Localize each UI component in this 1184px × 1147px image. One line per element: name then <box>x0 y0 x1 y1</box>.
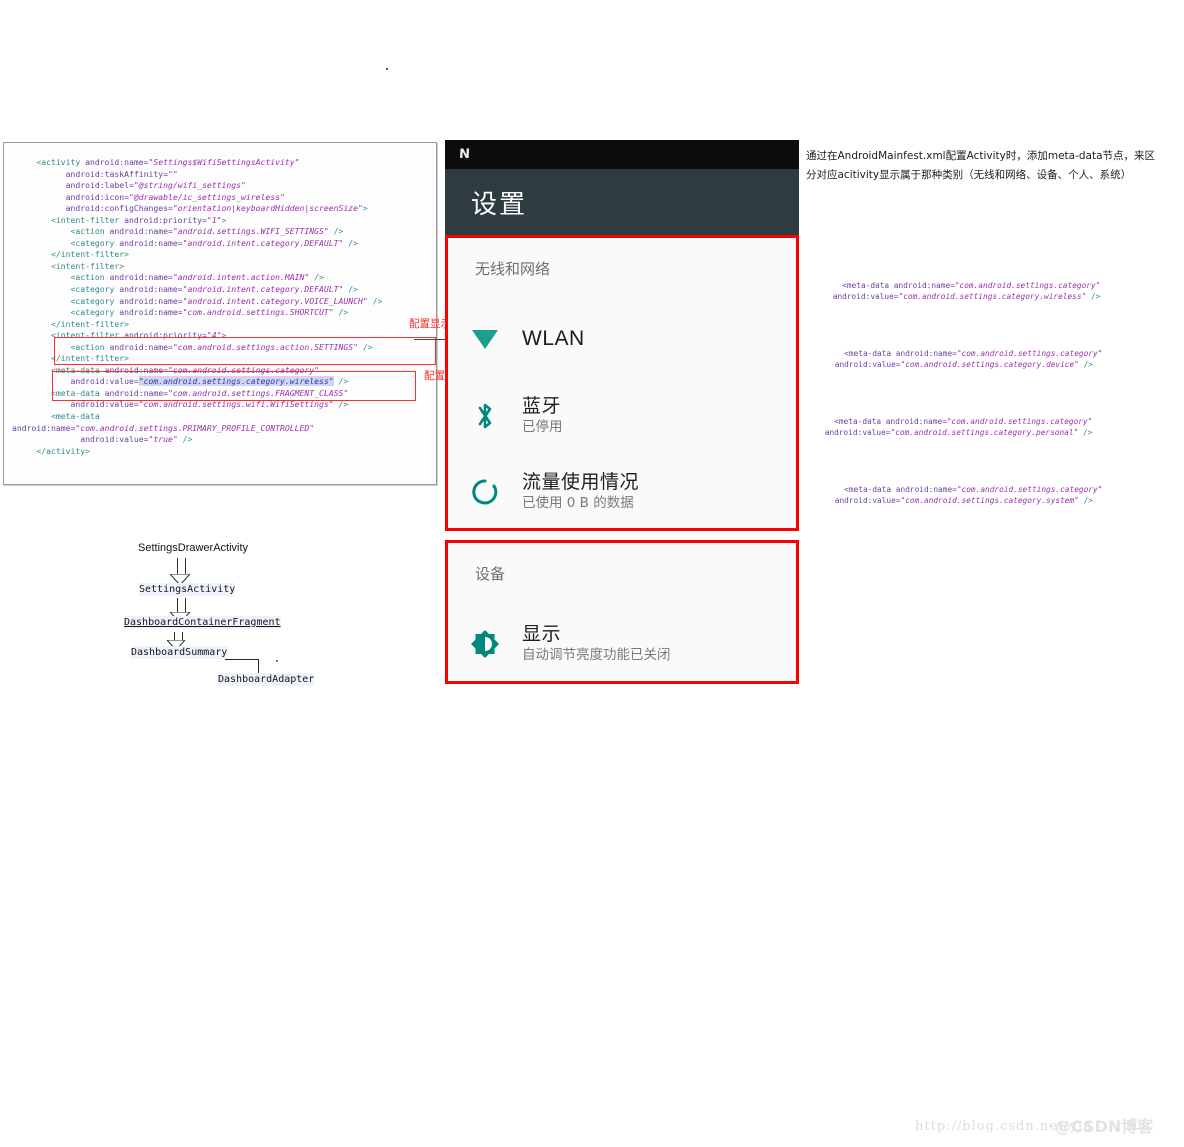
settings-row-data-usage[interactable]: 流量使用情况 已使用 0 B 的数据 <box>448 457 796 527</box>
settings-row-bluetooth-subtitle: 已停用 <box>522 419 563 435</box>
app-bar: 设置 <box>445 169 799 235</box>
settings-row-bluetooth-title: 蓝牙 <box>522 395 562 417</box>
artifact-dot <box>386 68 388 70</box>
settings-row-display-title: 显示 <box>522 623 562 645</box>
nougat-logo-icon: N <box>458 147 470 162</box>
data-usage-icon <box>448 478 522 506</box>
meta-data-snippet-wireless: <meta-data android:name="com.android.set… <box>832 280 1101 302</box>
bluetooth-icon <box>448 401 522 431</box>
settings-row-data-usage-subtitle: 已使用 0 B 的数据 <box>522 495 634 511</box>
flow-node-settings-activity: SettingsActivity <box>139 583 236 596</box>
page-title: 设置 <box>471 189 528 220</box>
section-label-wireless: 无线和网络 <box>475 260 551 278</box>
settings-row-data-usage-title: 流量使用情况 <box>522 471 640 493</box>
flow-elbow-horizontal <box>225 659 259 660</box>
explanation-note-line-1: 通过在AndroidMainfest.xml配置Activity时，添加meta… <box>806 150 1156 162</box>
brightness-icon <box>448 629 522 659</box>
section-card-device: 设备 显示 自动调节亮度功能已关闭 <box>445 540 799 684</box>
settings-row-bluetooth[interactable]: 蓝牙 已停用 <box>448 381 796 451</box>
settings-row-display[interactable]: 显示 自动调节亮度功能已关闭 <box>448 609 796 679</box>
flow-node-dashboard-container-fragment: DashboardContainerFragment <box>124 616 281 629</box>
meta-data-snippet-list: <meta-data android:name="com.android.set… <box>806 268 1178 540</box>
wifi-icon <box>448 329 522 349</box>
xml-code-text: <activity android:name="Settings$WifiSet… <box>12 157 383 456</box>
meta-data-snippet-device: <meta-data android:name="com.android.set… <box>834 348 1103 370</box>
watermark-badge: @CSDN博客 <box>1055 1117 1154 1136</box>
class-flow-diagram: SettingsDrawerActivity SettingsActivity … <box>120 538 380 698</box>
page-canvas: <activity android:name="Settings$WifiSet… <box>0 0 1184 1147</box>
explanation-note-line-2: 分对应acitivity显示属于那种类别（无线和网络、设备、个人、系统） <box>806 169 1132 181</box>
android-settings-panel: N 设置 无线和网络 WLAN 蓝牙 已停用 流量使用情况 已使用 0 B 的数… <box>445 140 799 684</box>
flow-node-settings-drawer-activity: SettingsDrawerActivity <box>138 542 249 554</box>
flow-node-dashboard-adapter: DashboardAdapter <box>218 673 315 686</box>
explanation-note: 通过在AndroidMainfest.xml配置Activity时，添加meta… <box>806 147 1166 185</box>
settings-row-wlan[interactable]: WLAN <box>448 301 796 377</box>
flow-node-dashboard-summary: DashboardSummary <box>131 646 228 659</box>
settings-row-display-subtitle: 自动调节亮度功能已关闭 <box>522 647 671 663</box>
section-card-wireless: 无线和网络 WLAN 蓝牙 已停用 流量使用情况 已使用 0 B 的数据 <box>445 235 799 579</box>
section-label-device: 设备 <box>475 565 506 583</box>
xml-code-panel: <activity android:name="Settings$WifiSet… <box>3 142 437 485</box>
flow-artifact-dot <box>276 660 278 662</box>
settings-row-wlan-title: WLAN <box>522 327 585 350</box>
meta-data-snippet-system: <meta-data android:name="com.android.set… <box>834 484 1103 506</box>
meta-data-snippet-personal: <meta-data android:name="com.android.set… <box>824 416 1093 438</box>
status-bar: N <box>445 140 799 169</box>
